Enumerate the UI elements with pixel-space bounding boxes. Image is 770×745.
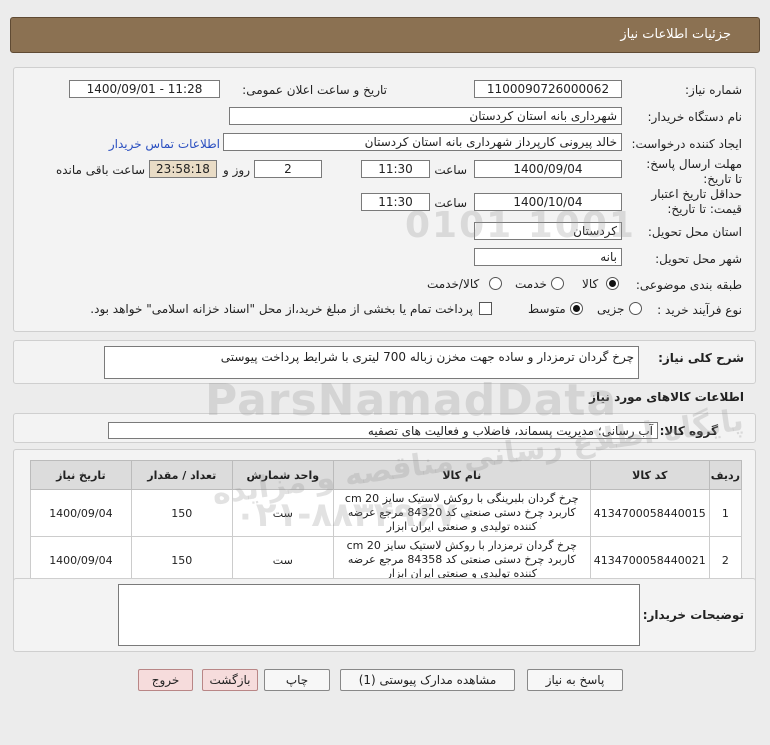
remaining-time-field: 23:58:18 xyxy=(149,160,217,178)
cell-unit: ست xyxy=(231,536,334,584)
cell-row: 2 xyxy=(708,536,743,584)
col-header-name: نام کالا xyxy=(332,460,591,490)
buyer-notes-field[interactable] xyxy=(118,584,640,646)
process-minor-radio[interactable] xyxy=(629,302,642,315)
description-field[interactable]: چرخ گردان ترمزدار و ساده جهت مخزن زباله … xyxy=(104,346,639,379)
cell-code: 4134700058440021 xyxy=(589,536,710,584)
back-button[interactable]: بازگشت xyxy=(202,669,258,691)
process-medium-radio[interactable] xyxy=(570,302,583,315)
days-label: روز و xyxy=(223,163,250,177)
description-label: شرح کلی نیاز: xyxy=(658,351,744,365)
category-goods-radio[interactable] xyxy=(606,277,619,290)
cell-code: 4134700058440015 xyxy=(589,489,710,537)
page-header: جزئیات اطلاعات نیاز xyxy=(10,17,760,53)
requester-field[interactable]: خالد پیرونی کارپرداز شهرداری بانه استان … xyxy=(223,133,622,151)
cell-row: 1 xyxy=(708,489,743,537)
exit-button[interactable]: خروج xyxy=(138,669,193,691)
category-label: طبقه بندی موضوعی: xyxy=(635,278,742,292)
cell-date: 1400/09/04 xyxy=(30,536,132,584)
city-field[interactable]: بانه xyxy=(474,248,622,266)
col-header-unit: واحد شمارش xyxy=(231,460,334,490)
reply-button[interactable]: پاسخ به نیاز xyxy=(527,669,623,691)
col-header-row: ردیف xyxy=(708,460,743,490)
cell-qty: 150 xyxy=(130,536,233,584)
city-label: شهر محل تحویل: xyxy=(655,252,742,266)
announce-datetime-field[interactable]: 1400/09/01 - 11:28 xyxy=(69,80,220,98)
goods-info-title: اطلاعات کالاهای مورد نیاز xyxy=(589,390,744,404)
col-header-qty: تعداد / مقدار xyxy=(130,460,233,490)
payment-note: پرداخت تمام یا بخشی از مبلغ خرید،از محل … xyxy=(90,302,473,316)
process-minor-label: جزیی xyxy=(597,302,625,316)
print-button[interactable]: چاپ xyxy=(264,669,330,691)
cell-name: چرخ گردان بلبرینگی با روکش لاستیک سایز c… xyxy=(332,489,591,537)
page-title: جزئیات اطلاعات نیاز xyxy=(620,27,731,42)
buyer-org-field[interactable]: شهرداری بانه استان کردستان xyxy=(229,107,622,125)
category-service-radio[interactable] xyxy=(551,277,564,290)
col-header-date: تاریخ نیاز xyxy=(30,460,132,490)
buyer-org-label: نام دستگاه خریدار: xyxy=(647,110,743,124)
goods-group-label: گروه کالا: xyxy=(659,424,718,438)
col-header-code: کد کالا xyxy=(589,460,710,490)
cell-name: چرخ گردان ترمزدار با روکش لاستیک سایز cm… xyxy=(332,536,591,584)
deadline-time-label: ساعت xyxy=(434,163,467,177)
validity-time-field[interactable]: 11:30 xyxy=(361,193,430,211)
need-number-field[interactable]: 1100090726000062 xyxy=(474,80,622,98)
cell-unit: ست xyxy=(231,489,334,537)
validity-time-label: ساعت xyxy=(434,196,467,210)
category-goods-service-radio[interactable] xyxy=(489,277,502,290)
cell-date: 1400/09/04 xyxy=(30,489,132,537)
process-medium-label: متوسط xyxy=(528,302,566,316)
remaining-label: ساعت باقی مانده xyxy=(55,163,145,177)
category-goods-label: کالا xyxy=(582,277,599,291)
deadline-label: مهلت ارسال پاسخ: تا تاریخ: xyxy=(646,157,742,186)
deadline-time-field[interactable]: 11:30 xyxy=(361,160,430,178)
validity-label: حداقل تاریخ اعتبار قیمت: تا تاریخ: xyxy=(651,187,742,216)
category-goods-service-label: کالا/خدمت xyxy=(427,277,480,291)
province-field[interactable]: کردستان xyxy=(474,222,622,240)
announce-label: تاریخ و ساعت اعلان عمومی: xyxy=(242,83,387,97)
buyer-notes-label: توضیحات خریدار: xyxy=(642,608,744,622)
table-row[interactable]: 1 4134700058440015 چرخ گردان بلبرینگی با… xyxy=(30,489,743,537)
category-service-label: خدمت xyxy=(515,277,547,291)
cell-qty: 150 xyxy=(130,489,233,537)
attachments-button[interactable]: مشاهده مدارک پیوستی (1) xyxy=(340,669,515,691)
province-label: استان محل تحویل: xyxy=(647,225,742,239)
requester-label: ایجاد کننده درخواست: xyxy=(631,137,742,151)
days-field[interactable]: 2 xyxy=(254,160,322,178)
goods-group-field[interactable]: آب رسانی؛ مدیریت پسماند، فاضلاب و فعالیت… xyxy=(108,422,658,439)
items-table-header: ردیف کد کالا نام کالا واحد شمارش تعداد /… xyxy=(30,460,743,490)
process-label: نوع فرآیند خرید : xyxy=(657,303,742,317)
need-number-label: شماره نیاز: xyxy=(685,83,742,97)
validity-date-field[interactable]: 1400/10/04 xyxy=(474,193,622,211)
items-table: ردیف کد کالا نام کالا واحد شمارش تعداد /… xyxy=(30,460,743,584)
deadline-date-field[interactable]: 1400/09/04 xyxy=(474,160,622,178)
buyer-contact-link[interactable]: اطلاعات تماس خریدار xyxy=(100,137,220,151)
table-row[interactable]: 2 4134700058440021 چرخ گردان ترمزدار با … xyxy=(30,536,743,584)
treasury-payment-checkbox[interactable] xyxy=(479,302,492,315)
